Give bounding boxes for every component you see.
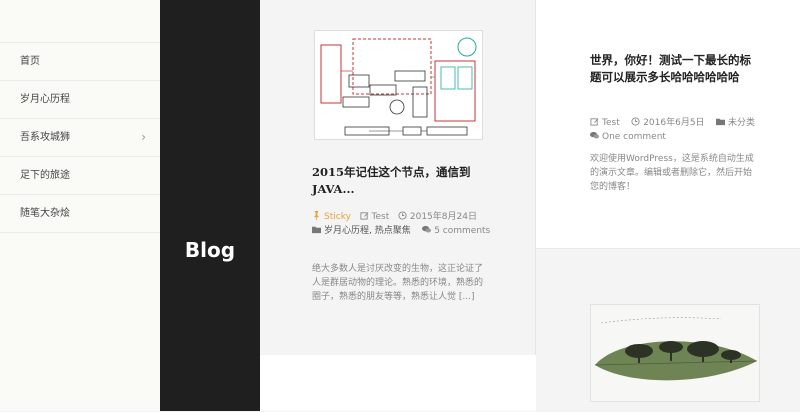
post-meta: Sticky Test 2015年8月24日 岁月心历程, 热点聚焦 5 com… [312, 210, 512, 238]
folder-icon [716, 118, 726, 126]
nav-item-journey[interactable]: 岁月心历程 [0, 81, 160, 119]
nav-item-label: 岁月心历程 [20, 94, 70, 105]
clock-icon [631, 117, 640, 126]
chevron-right-icon[interactable]: › [141, 119, 146, 156]
comments-icon [422, 225, 432, 233]
post-card: 世界，你好！测试一下最长的标题可以展示多长哈哈哈哈哈哈 Test 2016年6月… [536, 0, 800, 248]
site-logo[interactable]: Blog [160, 238, 260, 262]
post-author[interactable]: Test [590, 118, 623, 128]
post-comments-text: One comment [602, 132, 666, 142]
post-card [536, 248, 800, 412]
side-navigation: 首页 岁月心历程 吾系攻城狮 › 足下的旅途 随笔大杂烩 [0, 0, 161, 411]
post-date[interactable]: 2015年8月24日 [398, 211, 477, 222]
post-date[interactable]: 2016年6月5日 [631, 117, 707, 128]
leaf-art-image [591, 305, 759, 401]
nav-top-spacer [0, 0, 160, 43]
post-author-name: Test [602, 118, 620, 128]
nav-item-label: 足下的旅途 [20, 170, 70, 181]
post-card-next [260, 355, 536, 411]
post-title[interactable]: 2015年记住这个节点，通信到JAVA... [312, 164, 487, 198]
nav-item-label: 首页 [20, 56, 40, 67]
post-card: 2015年记住这个节点，通信到JAVA... Sticky Test 2015年… [260, 0, 536, 355]
post-excerpt: 欢迎使用WordPress，这是系统自动生成的演示文章。编辑或者删除它，然后开始… [590, 154, 754, 192]
clock-icon [398, 211, 407, 220]
nav-item-travel[interactable]: 足下的旅途 [0, 157, 160, 195]
post-author-name: Test [371, 212, 390, 222]
post-excerpt: 绝大多数人是讨厌改变的生物，这正论证了人是群居动物的理论。熟悉的环境，熟悉的圈子… [312, 264, 484, 302]
brand-bar: Blog [160, 0, 260, 411]
comments-icon [590, 131, 599, 139]
post-meta: Test 2016年6月5日 未分类 One comment [590, 116, 790, 144]
edit-icon [359, 212, 368, 220]
sticky-label: Sticky [324, 212, 351, 222]
nav-item-essays[interactable]: 随笔大杂烩 [0, 195, 160, 233]
folder-icon [312, 226, 321, 234]
post-categories[interactable]: 未分类 [716, 118, 755, 128]
edit-icon [590, 118, 599, 126]
nav-item-home[interactable]: 首页 [0, 43, 160, 81]
post-categories-text: 未分类 [728, 118, 756, 128]
post-comments-text: 5 comments [434, 226, 491, 236]
nav-item-label: 吾系攻城狮 [20, 132, 70, 143]
post-comments[interactable]: One comment [590, 131, 666, 142]
nav-item-label: 随笔大杂烩 [20, 208, 70, 219]
post-categories-text: 岁月心历程, 热点聚焦 [324, 226, 411, 236]
sticky-badge: Sticky [312, 211, 354, 222]
diagram-image [315, 31, 482, 139]
post-date-text: 2016年6月5日 [643, 118, 705, 128]
post-categories[interactable]: 岁月心历程, 热点聚焦 [312, 226, 414, 236]
post-date-text: 2015年8月24日 [409, 212, 477, 222]
post-title[interactable]: 世界，你好！测试一下最长的标题可以展示多长哈哈哈哈哈哈 [590, 52, 755, 86]
post-thumbnail[interactable] [314, 30, 483, 140]
pin-icon [313, 211, 320, 220]
post-author[interactable]: Test [359, 212, 393, 222]
post-comments[interactable]: 5 comments [422, 225, 491, 236]
nav-item-engineer[interactable]: 吾系攻城狮 › [0, 119, 160, 157]
post-thumbnail[interactable] [590, 304, 760, 402]
